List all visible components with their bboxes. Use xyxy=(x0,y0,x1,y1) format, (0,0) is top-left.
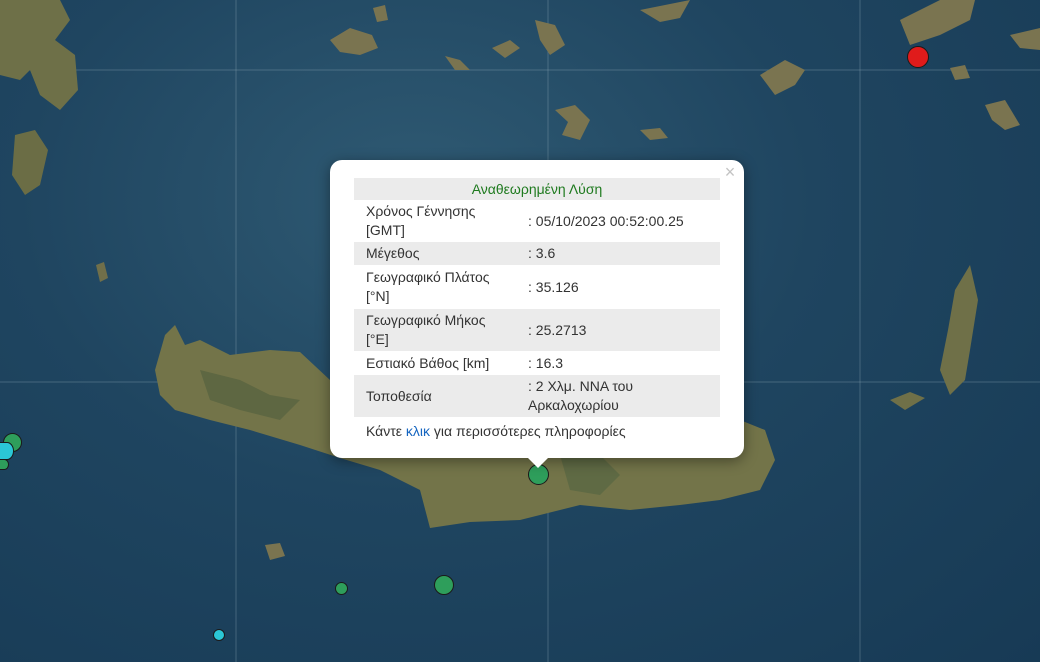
depth-value: : 16.3 xyxy=(528,354,564,371)
island-santorini xyxy=(555,105,590,140)
close-icon[interactable]: × xyxy=(722,163,738,181)
island-kos xyxy=(900,0,975,45)
island-milos xyxy=(330,28,378,55)
longitude-value: : 25.2713 xyxy=(516,309,720,351)
popup-tip xyxy=(527,457,549,468)
island-sikinos xyxy=(445,56,470,70)
latitude-label: Γεωγραφικό Πλάτος [°N] xyxy=(366,269,490,304)
more-info-prefix: Κάντε xyxy=(366,423,406,439)
latitude-value: : 35.126 xyxy=(528,278,579,295)
more-info-link[interactable]: κλικ xyxy=(406,423,430,439)
land-peloponnese xyxy=(0,0,78,110)
island-nisyros xyxy=(950,65,970,80)
earthquake-details-table: Αναθεωρημένη Λύση Χρόνος Γέννησης [GMT] … xyxy=(354,178,720,417)
earthquake-marker-green-west-small[interactable] xyxy=(0,459,9,470)
more-info-text: Κάντε κλικ για περισσότερες πληροφορίες xyxy=(366,423,626,439)
island-small-w xyxy=(96,262,108,282)
island-karpathos xyxy=(940,265,978,395)
longitude-label: Γεωγραφικό Μήκος [°E] xyxy=(354,309,516,351)
popup-title: Αναθεωρημένη Λύση xyxy=(354,178,720,200)
island-paros xyxy=(640,0,690,22)
map-view[interactable]: × Αναθεωρημένη Λύση Χρόνος Γέννησης [GMT… xyxy=(0,0,1040,662)
magnitude-value: : 3.6 xyxy=(516,242,720,265)
earthquake-marker-red[interactable] xyxy=(907,46,929,68)
island-astypalaia xyxy=(985,100,1020,130)
depth-label: Εστιακό Βάθος [km] xyxy=(366,354,490,371)
island-tilos xyxy=(1010,28,1040,50)
island-sifnos xyxy=(373,5,388,22)
location-value: : 2 Χλμ. ΝΝΑ του Αρκαλοχωρίου xyxy=(516,375,720,417)
island-gavdos xyxy=(265,543,285,560)
more-info-suffix: για περισσότερες πληροφορίες xyxy=(430,423,626,439)
origin-time-label: Χρόνος Γέννησης [GMT] xyxy=(366,203,476,238)
island-anafi xyxy=(640,128,668,140)
earthquake-marker-green-south-small[interactable] xyxy=(335,582,348,595)
island-naxos-s xyxy=(535,20,565,55)
island-kasos xyxy=(890,392,925,410)
earthquake-popup: × Αναθεωρημένη Λύση Χρόνος Γέννησης [GMT… xyxy=(330,160,744,468)
location-label: Τοποθεσία xyxy=(354,375,516,417)
land-kythira xyxy=(12,130,48,195)
earthquake-marker-cyan-west[interactable] xyxy=(0,442,14,460)
earthquake-marker-green-south-large[interactable] xyxy=(434,575,454,595)
origin-time-value: : 05/10/2023 00:52:00.25 xyxy=(528,212,684,229)
island-ios xyxy=(492,40,520,58)
earthquake-marker-cyan-south[interactable] xyxy=(213,629,225,641)
magnitude-label: Μέγεθος xyxy=(354,242,516,265)
island-amorgos xyxy=(760,60,805,95)
